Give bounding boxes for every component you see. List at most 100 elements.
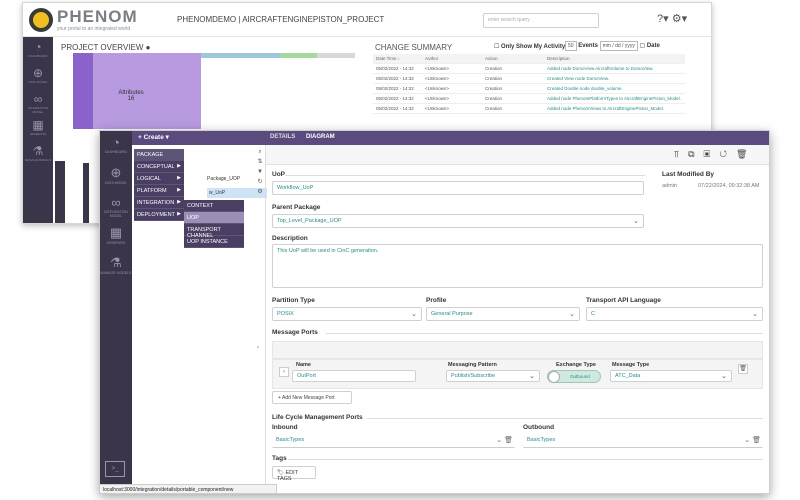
partition-type-select[interactable]: POSIX ⌄ — [272, 307, 422, 321]
search-icon[interactable]: ⌕ — [255, 147, 265, 157]
toggle-knob — [548, 371, 560, 383]
exchange-type-label: Exchange Type — [556, 362, 596, 368]
table-row: 05/02/2022 - 14:32 <Unknown> Creation Creat… — [373, 74, 685, 84]
menu-item-logical[interactable]: LOGICAL ▶ — [134, 173, 184, 185]
only-show-activity-checkbox[interactable]: ☐ Only Show My Activity — [494, 43, 565, 50]
menu-item-context[interactable]: CONTEXT — [184, 200, 244, 212]
menu-item-uop-instance[interactable]: UOP INSTANCE — [184, 236, 244, 248]
integration-model-icon[interactable]: ∞ INTEGRATION MODEL — [23, 89, 53, 115]
messaging-pattern-select[interactable]: Publish/Subscribe ⌄ — [446, 370, 540, 382]
inbound-select[interactable]: BasicTypes ⌄ 🗑 — [272, 434, 515, 448]
message-type-label: Message Type — [612, 362, 650, 368]
front-sidebar: ◔ DASHBOARD ⊕ DATA MODEL ∞ INTEGRATION MODE… — [100, 131, 132, 493]
transport-api-label: Transport API Language — [586, 297, 661, 304]
table-header: Date Time ↓ Author Action Description — [373, 54, 685, 64]
treemap-cell[interactable] — [317, 53, 355, 58]
parent-package-select[interactable]: Top_Level_Package_UOP ⌄ — [272, 214, 644, 228]
dashboard-icon[interactable]: ◔ DASHBOARD — [100, 131, 132, 161]
tab-details[interactable]: DETAILS — [270, 134, 295, 140]
sort-icon[interactable]: ⇅ — [255, 157, 265, 167]
menu-item-transport-channel[interactable]: TRANSPORT CHANNEL — [184, 224, 244, 239]
expand-row-icon[interactable]: › — [279, 367, 289, 377]
last-modified-user: admin — [662, 183, 677, 189]
menu-item-conceptual[interactable]: CONCEPTUAL ▶ — [134, 161, 184, 173]
outbound-select[interactable]: BasicTypes ⌄ 🗑 — [523, 434, 763, 448]
generate-icon[interactable]: ▦ GENERATE — [23, 115, 53, 141]
front-window: ◔ DASHBOARD ⊕ DATA MODEL ∞ INTEGRATION MODE… — [99, 130, 770, 494]
tab-diagram[interactable]: DIAGRAM — [306, 134, 335, 140]
logo-text: PHENOM — [57, 7, 138, 26]
data-model-icon[interactable]: ⊕ DATA MODEL — [100, 161, 132, 191]
delete-icon[interactable]: 🗑 — [736, 149, 756, 159]
chevron-down-icon: ⌄ — [411, 311, 417, 318]
hierarchy-icon[interactable]: ⫪ — [674, 149, 688, 159]
message-ports-label: Message Ports — [272, 329, 318, 336]
date-input[interactable]: mm / dd / yyyy — [599, 41, 638, 51]
menu-item-package[interactable]: PACKAGE — [134, 149, 184, 161]
help-icon[interactable]: ?▾ — [657, 13, 669, 25]
back-sidebar: ◔ DASHBOARD ⊕ DATA MODEL ∞ INTEGRATION MODE… — [23, 37, 53, 223]
collapse-panel-icon[interactable]: ‹ — [257, 345, 259, 351]
delete-icon[interactable]: 🗑 — [504, 437, 513, 444]
logo-tagline: your portal to an integrated world — [57, 26, 131, 32]
details-toolbar-icons: ⫪⧉▣↺🗑 — [674, 149, 756, 160]
refresh-icon[interactable]: ↻ — [255, 177, 265, 187]
edit-tags-button[interactable]: 🏷 EDIT TAGS — [272, 466, 316, 482]
exchange-type-toggle[interactable]: Outbound — [547, 370, 601, 383]
port-name-input[interactable]: OutPort — [292, 370, 416, 382]
profile-select[interactable]: General Purpose ⌄ — [426, 307, 580, 321]
events-count-input[interactable]: 50 — [565, 41, 577, 51]
partition-type-label: Partition Type — [272, 297, 315, 304]
treemap-cell[interactable] — [281, 53, 317, 58]
tree-node[interactable]: Package_UOP — [207, 176, 240, 182]
manage-models-icon[interactable]: ⚗ MANAGE MODELS — [23, 141, 53, 167]
message-ports-header — [272, 341, 763, 359]
delete-port-icon[interactable]: 🗑 — [738, 364, 748, 374]
filter-icon[interactable]: ▼ — [255, 167, 265, 177]
add-message-port-button[interactable]: + Add New Message Port — [272, 391, 352, 404]
treemap-cell[interactable] — [201, 53, 281, 58]
create-button[interactable]: + Create ▾ — [138, 133, 169, 141]
integration-model-icon[interactable]: ∞ INTEGRATION MODEL — [100, 191, 132, 221]
change-summary-table: Date Time ↓ Author Action Description 05… — [373, 54, 685, 114]
top-bar: PHENOM your portal to an integrated worl… — [23, 3, 711, 37]
search-input[interactable]: enter search query — [483, 13, 599, 28]
port-name-label: Name — [296, 362, 311, 368]
delete-icon[interactable]: 🗑 — [752, 437, 761, 444]
transport-api-select[interactable]: C ⌄ — [586, 307, 763, 321]
menu-item-platform[interactable]: PLATFORM ▶ — [134, 185, 184, 197]
treemap-cell[interactable] — [73, 53, 93, 129]
gear-icon[interactable]: ⚙▾ — [672, 13, 687, 25]
profile-label: Profile — [426, 297, 447, 304]
description-label: Description — [272, 235, 308, 242]
front-top-bar — [132, 131, 769, 145]
table-row: 05/02/2022 - 14:32 <Unknown> Creation Added… — [373, 64, 685, 74]
divider — [288, 459, 763, 460]
settings-icon[interactable]: ⚙ — [255, 187, 265, 197]
menu-item-uop[interactable]: UOP — [184, 212, 244, 224]
description-textarea[interactable]: This UoP will be used in CinC generation… — [272, 244, 763, 288]
treemap-label: Attributes 16 — [118, 90, 144, 102]
uop-label: UoP — [272, 171, 285, 178]
terminal-icon[interactable]: >_ — [105, 461, 125, 477]
uop-name-input[interactable]: Workflow_UoP — [272, 181, 644, 195]
lcm-ports-label: Life Cycle Management Ports — [272, 414, 363, 421]
message-type-select[interactable]: ATC_Data ⌄ — [610, 370, 732, 382]
project-title: PHENOMDEMO | AIRCRAFTENGINEPISTON_PROJEC… — [177, 15, 385, 24]
undo-icon[interactable]: ↺ — [719, 149, 736, 159]
data-model-icon[interactable]: ⊕ DATA MODEL — [23, 63, 53, 89]
menu-item-deployment[interactable]: DEPLOYMENT ▶ — [134, 209, 184, 221]
copy-icon[interactable]: ⧉ — [688, 149, 703, 159]
parent-package-label: Parent Package — [272, 204, 321, 211]
tags-label: Tags — [272, 455, 287, 462]
generate-icon[interactable]: ▦ GENERATE — [100, 221, 132, 251]
chevron-down-icon: ⌄ — [721, 373, 727, 380]
save-icon[interactable]: ▣ — [704, 149, 720, 159]
menu-item-integration[interactable]: INTEGRATION ▶ — [134, 197, 184, 209]
manage-models-icon[interactable]: ⚗ MANAGE MODELS — [100, 251, 132, 281]
chevron-down-icon: ⌄ — [496, 437, 503, 444]
dashboard-icon[interactable]: ◔ DASHBOARD — [23, 37, 53, 63]
info-icon[interactable]: ● — [146, 43, 151, 52]
project-overview-title: PROJECT OVERVIEW ● — [61, 43, 151, 52]
help-and-settings-icons[interactable]: ?▾ ⚙▾ — [657, 12, 687, 25]
